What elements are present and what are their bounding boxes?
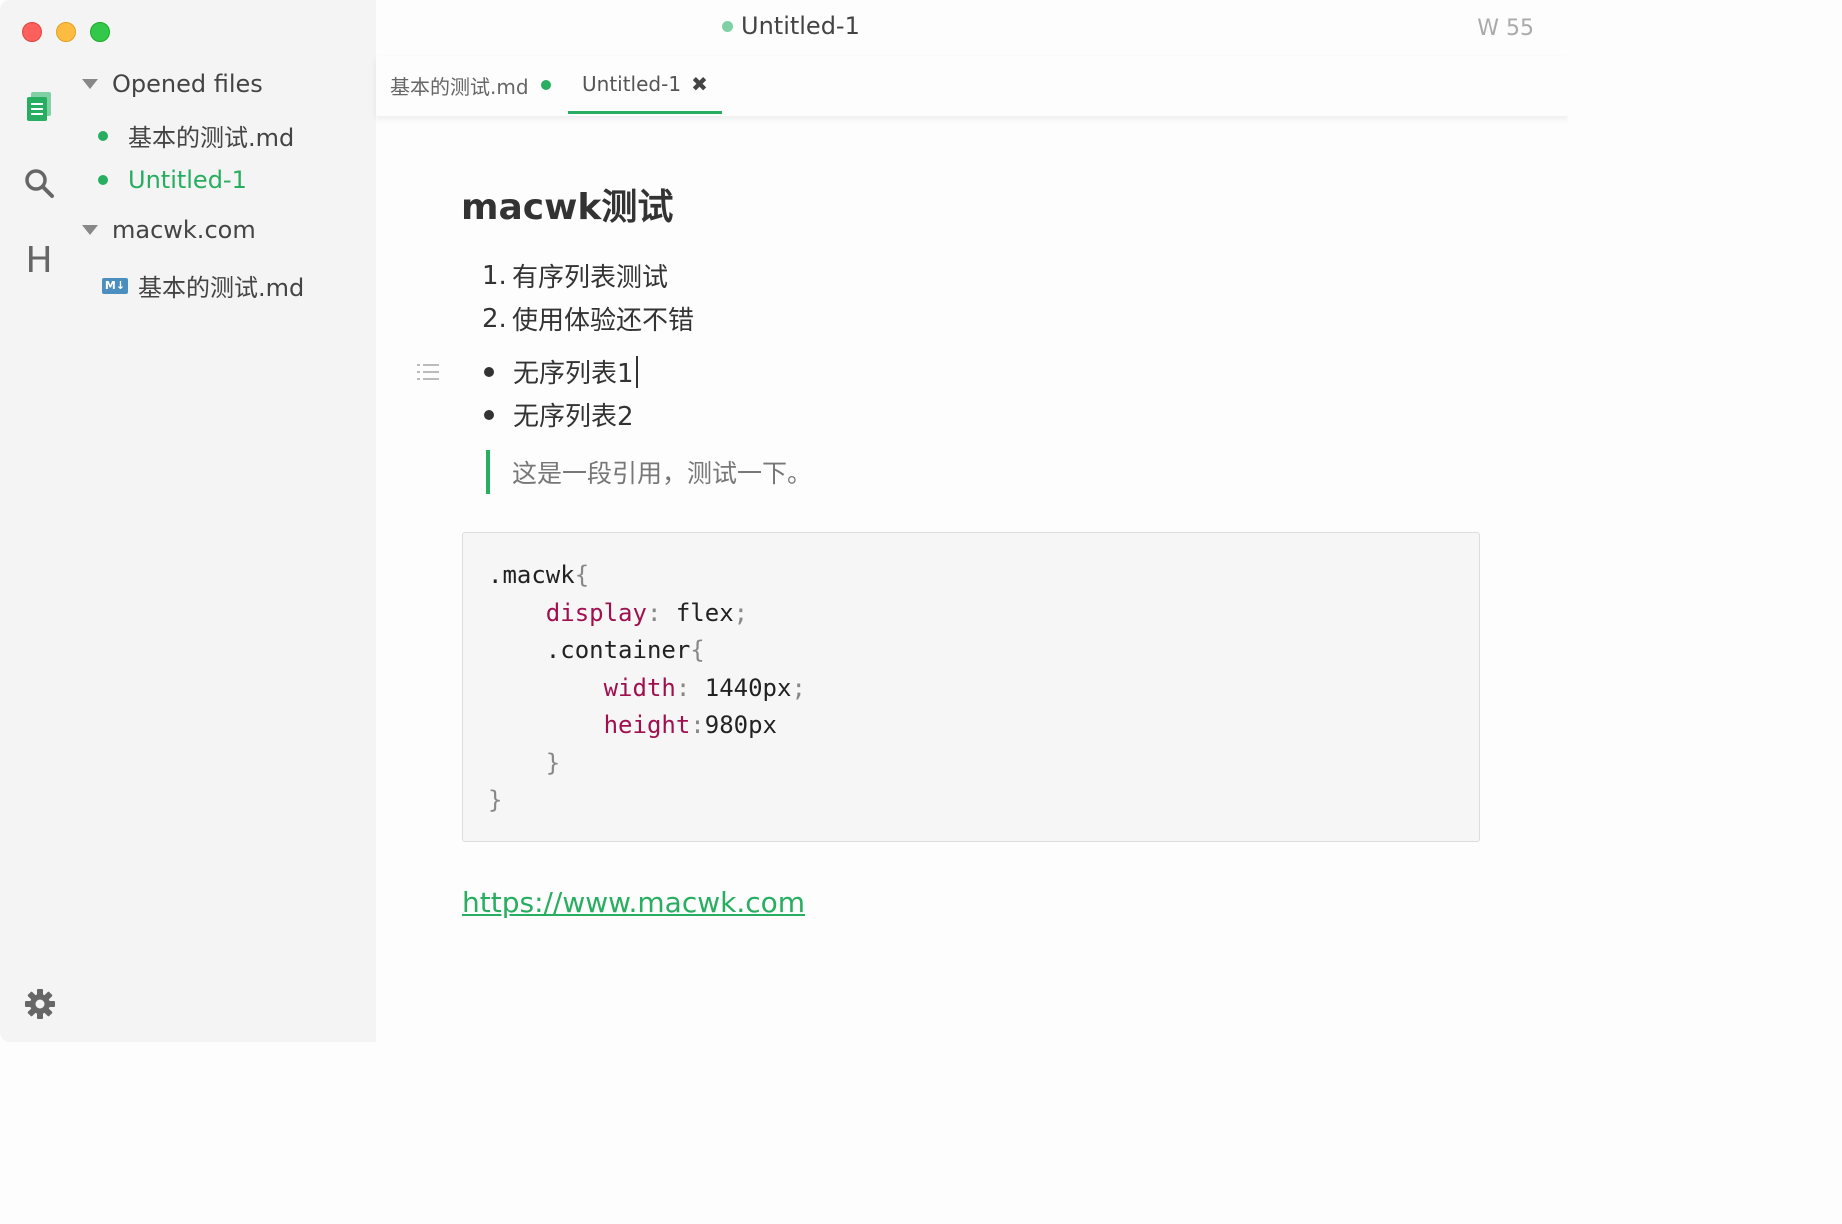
blockquote[interactable]: 这是一段引用，测试一下。: [486, 450, 812, 494]
code-punct: }: [545, 748, 561, 777]
code-line: }: [488, 745, 1454, 783]
code-punct: }: [488, 786, 503, 814]
code-property: height: [603, 711, 691, 739]
code-value: flex: [661, 598, 734, 627]
code-punct: :: [690, 711, 705, 739]
file-label: Untitled-1: [128, 166, 247, 194]
gear-icon[interactable]: [24, 988, 56, 1020]
section-folder[interactable]: macwk.com: [82, 216, 256, 244]
code-property: display: [545, 598, 647, 627]
tab-untitled[interactable]: Untitled-1 ✖: [568, 56, 722, 114]
code-line: height:980px: [488, 707, 1454, 745]
list-item-text: 使用体验还不错: [512, 306, 695, 336]
code-value: 980px: [704, 711, 777, 739]
code-line: width: 1440px;: [488, 670, 1454, 708]
word-count[interactable]: W 55: [1477, 16, 1534, 41]
blockquote-text: 这是一段引用，测试一下。: [512, 459, 813, 488]
code-punct: {: [690, 636, 705, 664]
section-opened-files[interactable]: Opened files: [82, 70, 263, 98]
code-punct: :: [646, 598, 662, 627]
tab-label: Untitled-1: [582, 71, 682, 96]
bullet-icon: [484, 409, 494, 420]
outline-label: H: [25, 240, 53, 281]
code-punct: ;: [791, 673, 806, 702]
minimize-window-button[interactable]: [56, 22, 76, 42]
code-line: display: flex;: [488, 595, 1454, 633]
opened-file-item-active[interactable]: Untitled-1: [98, 166, 247, 194]
list-item[interactable]: 无序列表1: [482, 350, 638, 393]
code-punct: ;: [733, 598, 749, 627]
chevron-down-icon: [82, 225, 98, 235]
section-label: macwk.com: [112, 216, 256, 244]
window-title-text: Untitled-1: [741, 12, 860, 40]
list-item[interactable]: 1. 有序列表测试: [482, 254, 694, 297]
list-marker: 2.: [482, 303, 507, 334]
tab-basic-test[interactable]: 基本的测试.md: [390, 56, 551, 114]
list-item-text: 无序列表1: [513, 359, 634, 389]
modified-dot-icon: [540, 80, 551, 90]
code-property: width: [603, 673, 676, 702]
sidebar: H Opened files 基本的测试.md Untitled-1 macwk…: [0, 0, 376, 1042]
code-line: .container{: [488, 632, 1454, 670]
app-window: H Opened files 基本的测试.md Untitled-1 macwk…: [0, 0, 1568, 1042]
window-title: Untitled-1: [722, 12, 860, 40]
markdown-icon: M↓: [102, 277, 128, 294]
bullet-icon: [484, 366, 494, 377]
file-label: 基本的测试.md: [138, 274, 305, 302]
document-heading[interactable]: macwk测试: [461, 178, 673, 230]
list-marker: 1.: [482, 260, 507, 291]
modified-dot-icon: [98, 130, 108, 141]
document-link[interactable]: https://www.macwk.com: [462, 886, 805, 919]
text-cursor: [635, 355, 638, 388]
code-punct: :: [675, 673, 691, 702]
list-format-icon[interactable]: [416, 360, 440, 384]
file-label: 基本的测试.md: [128, 124, 295, 152]
code-line: }: [488, 782, 1454, 820]
editor[interactable]: macwk测试 1. 有序列表测试 2. 使用体验还不错 无序列表1 无序列表2…: [376, 116, 1568, 1042]
close-icon[interactable]: ✖: [691, 72, 708, 96]
opened-file-item[interactable]: 基本的测试.md: [98, 118, 294, 153]
title-bar: Untitled-1 W 55: [376, 0, 1568, 56]
code-punct: {: [574, 561, 590, 589]
unordered-list: 无序列表1 无序列表2: [482, 350, 638, 436]
ordered-list: 1. 有序列表测试 2. 使用体验还不错: [482, 254, 694, 340]
search-icon[interactable]: [22, 166, 56, 200]
code-selector: .container: [545, 636, 691, 664]
tab-label: 基本的测试.md: [390, 74, 529, 99]
list-item-text: 有序列表测试: [512, 263, 669, 293]
files-icon[interactable]: [22, 90, 56, 124]
unsaved-dot-icon: [722, 20, 733, 32]
close-window-button[interactable]: [22, 22, 42, 42]
folder-file-item[interactable]: M↓ 基本的测试.md: [102, 268, 304, 303]
outline-icon[interactable]: H: [22, 240, 56, 281]
modified-dot-icon: [98, 175, 108, 185]
code-line: .macwk{: [488, 557, 1454, 595]
zoom-window-button[interactable]: [90, 22, 110, 42]
code-selector: .macwk: [488, 561, 575, 589]
list-item[interactable]: 无序列表2: [482, 393, 638, 436]
list-item[interactable]: 2. 使用体验还不错: [482, 297, 694, 340]
code-value: 1440px: [690, 673, 792, 702]
section-label: Opened files: [112, 70, 263, 98]
chevron-down-icon: [82, 79, 98, 89]
code-block[interactable]: .macwk{ display: flex; .container{ width…: [462, 532, 1480, 842]
tab-bar: 基本的测试.md Untitled-1 ✖: [376, 56, 1568, 116]
list-item-text: 无序列表2: [513, 402, 634, 432]
